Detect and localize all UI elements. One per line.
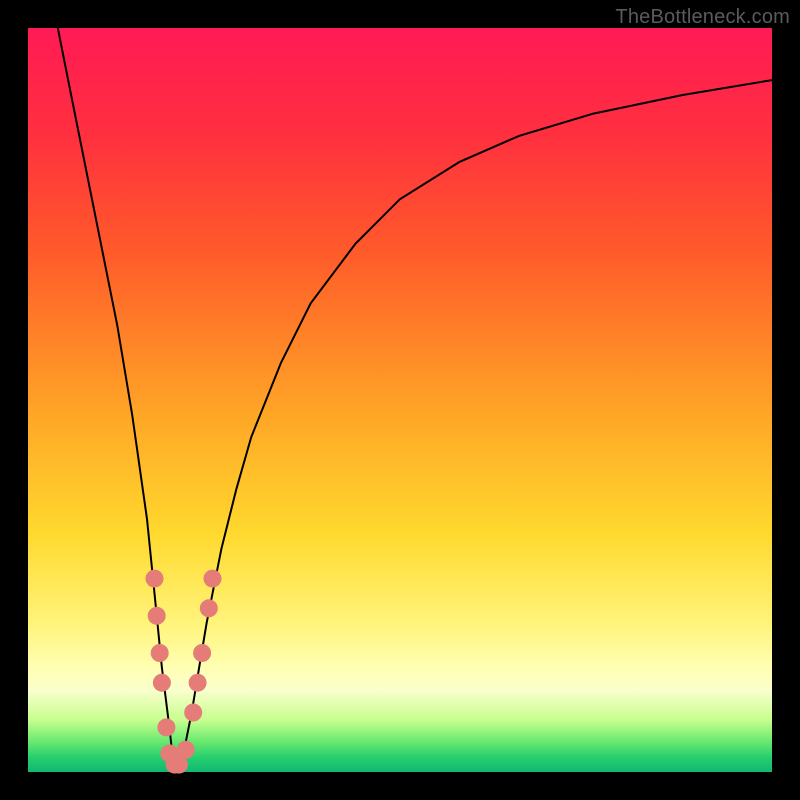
data-markers: [146, 570, 222, 774]
data-marker: [193, 644, 211, 662]
data-marker: [204, 570, 222, 588]
data-marker: [153, 674, 171, 692]
watermark-text: TheBottleneck.com: [615, 6, 790, 29]
data-marker: [157, 718, 175, 736]
data-marker: [146, 570, 164, 588]
outer-frame: TheBottleneck.com: [0, 0, 800, 800]
data-marker: [148, 607, 166, 625]
plot-area: [28, 28, 772, 772]
data-marker: [151, 644, 169, 662]
data-marker: [189, 674, 207, 692]
chart-svg: [28, 28, 772, 772]
data-marker: [184, 704, 202, 722]
data-marker: [177, 741, 195, 759]
data-marker: [200, 599, 218, 617]
